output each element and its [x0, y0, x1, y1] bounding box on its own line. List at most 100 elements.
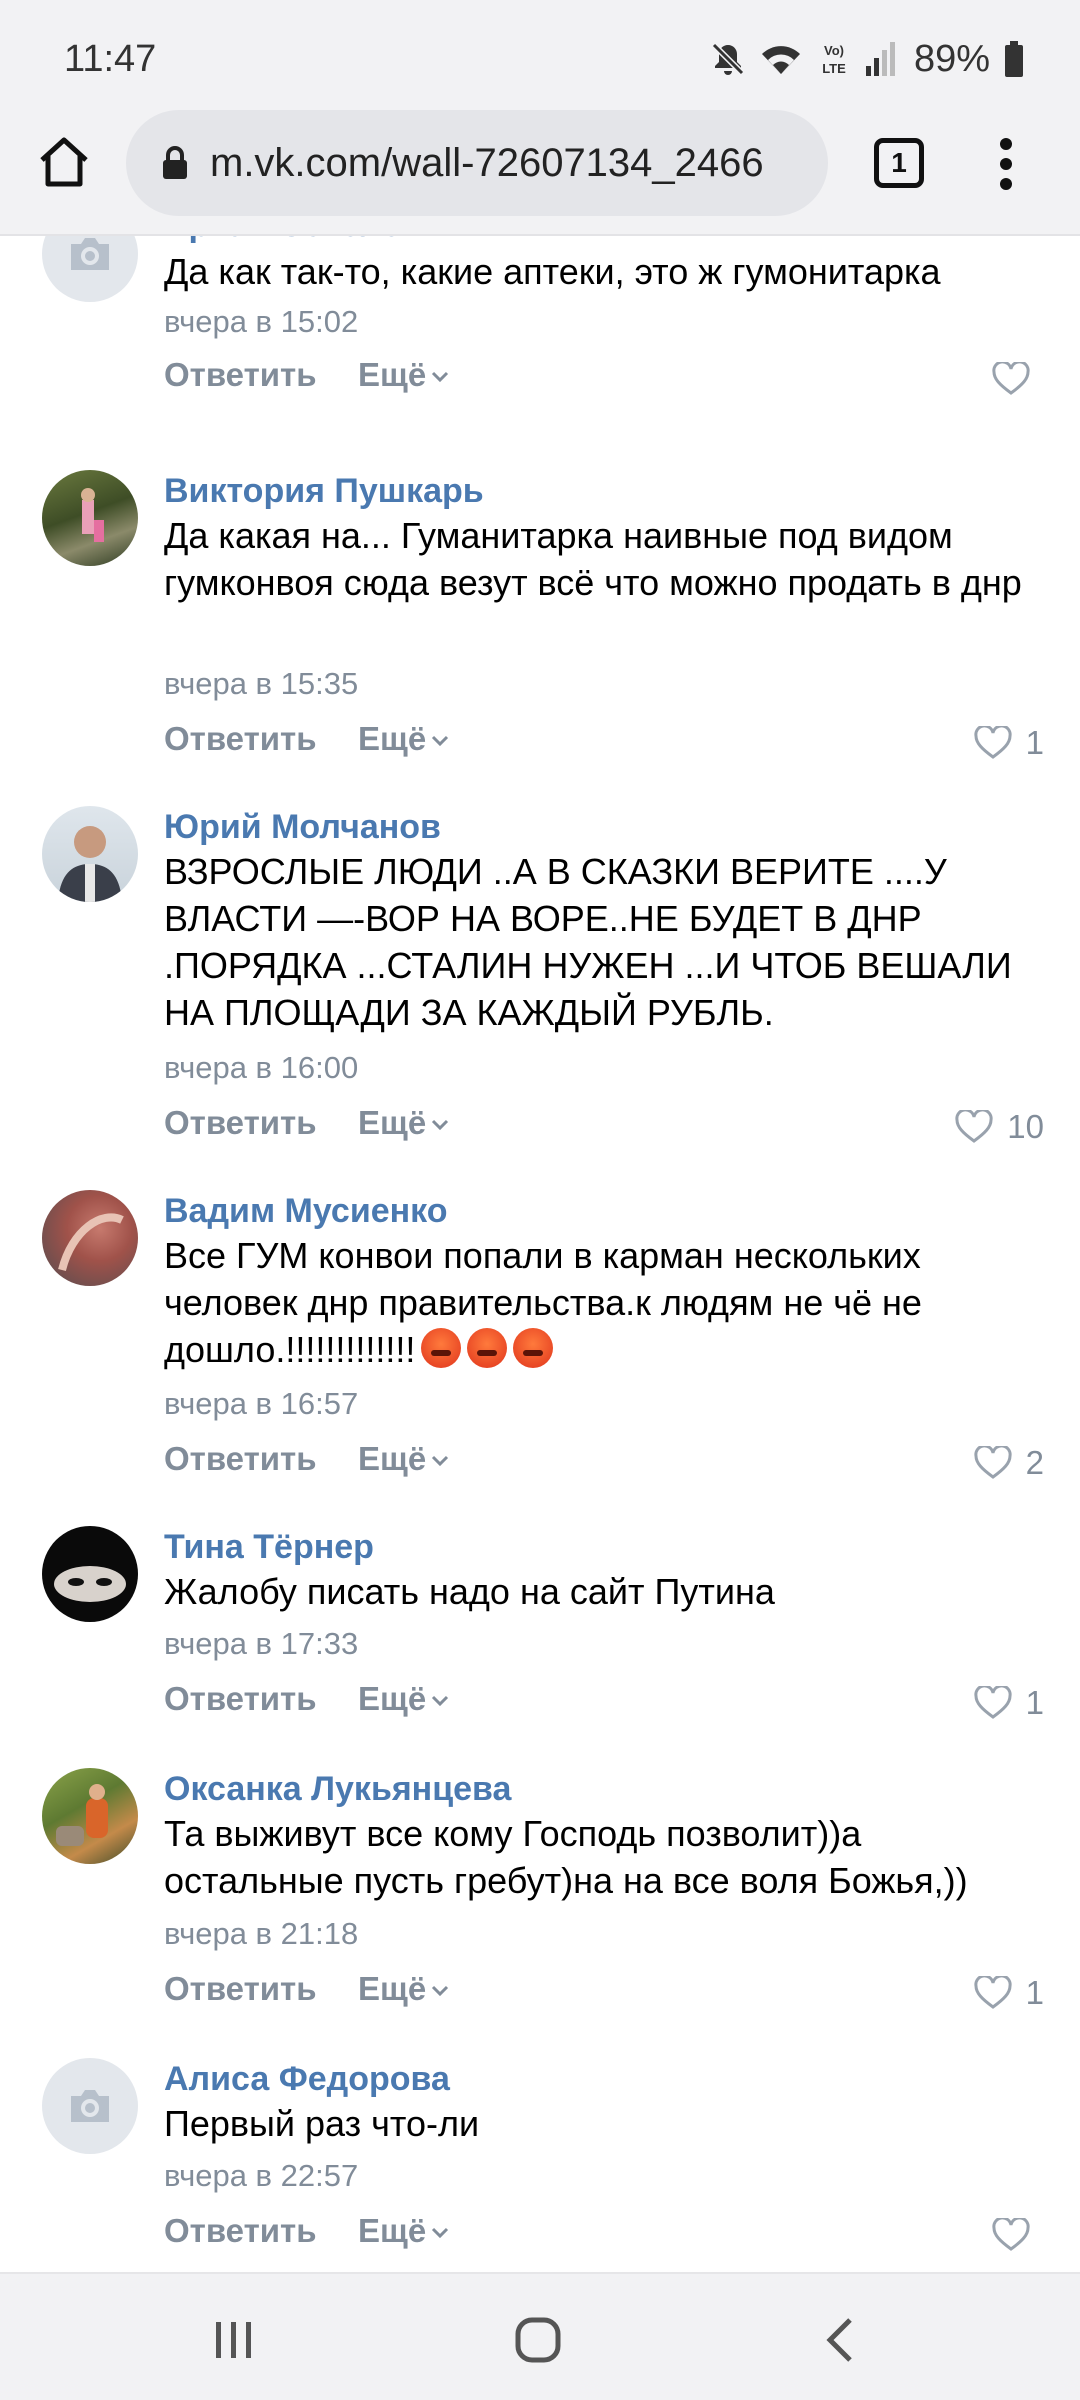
comment-actions: Ответить Ещё [164, 2212, 1044, 2262]
chevron-down-icon [432, 1120, 449, 1131]
avatar[interactable] [42, 1768, 138, 1864]
like-count: 10 [1007, 1108, 1044, 1145]
like-button[interactable]: 10 [955, 1104, 1044, 1150]
heart-icon [992, 2218, 1030, 2251]
tab-switcher-button[interactable]: 1 [874, 138, 924, 188]
angry-face-emoji-icon [513, 1328, 554, 1368]
avatar-placeholder-camera-icon[interactable] [42, 236, 138, 302]
lock-icon [163, 146, 187, 179]
more-label: Ещё [358, 720, 427, 757]
mute-icon [711, 42, 745, 76]
more-button[interactable]: Ещё [358, 1104, 450, 1142]
comment-text: Первый раз что-ли [164, 2103, 480, 2144]
reply-button[interactable]: Ответить [164, 1104, 317, 1142]
comment-actions: Ответить Ещё 1 [164, 1680, 1044, 1730]
comment-author[interactable]: Алиса Федорова [164, 2060, 450, 2099]
more-button[interactable]: Ещё [358, 2212, 450, 2250]
reply-button[interactable]: Ответить [164, 1440, 317, 1478]
more-label: Ещё [358, 1970, 427, 2007]
like-count: 2 [1025, 1444, 1044, 1481]
more-button[interactable]: Ещё [358, 356, 450, 394]
wifi-icon [761, 46, 800, 74]
overflow-menu-icon[interactable] [996, 138, 1016, 190]
comment-author[interactable]: Артем Соколов [164, 236, 423, 245]
heart-icon [974, 1446, 1012, 1479]
chevron-down-icon [432, 2228, 449, 2239]
comment-actions: Ответить Ещё 2 [164, 1440, 1044, 1490]
comment-date: вчера в 16:00 [164, 1050, 359, 1085]
comment: Вадим Мусиенко Все ГУМ конвои попали в к… [0, 1190, 1080, 1481]
more-label: Ещё [358, 1104, 427, 1141]
like-button[interactable]: 2 [974, 1440, 1044, 1486]
like-button[interactable]: 1 [974, 1970, 1044, 2016]
like-button[interactable] [992, 2212, 1044, 2258]
comment-date: вчера в 15:35 [164, 666, 359, 701]
heart-icon [992, 362, 1030, 395]
comment-text: Да как так-то, какие аптеки, это ж гумон… [164, 251, 941, 292]
comment-text: Та выживут все кому Господь позволит))а … [164, 1813, 968, 1901]
like-count: 1 [1025, 1684, 1044, 1721]
status-icons: Vo) LTE 89% [710, 36, 1024, 82]
comment-actions: Ответить Ещё 1 [164, 1970, 1044, 2020]
comment-date: вчера в 15:02 [164, 304, 359, 339]
comment-author[interactable]: Тина Тёрнер [164, 1528, 374, 1567]
battery-icon [1005, 41, 1023, 77]
comment: Артем Соколов Да как так-то, какие аптек… [0, 236, 1080, 395]
svg-text:Vo): Vo) [824, 43, 844, 58]
comment-actions: Ответить Ещё [164, 356, 1044, 406]
chevron-down-icon [432, 1696, 449, 1707]
home-nav-icon[interactable] [514, 2316, 562, 2364]
chevron-down-icon [432, 1456, 449, 1467]
volte-icon: Vo) LTE [822, 43, 846, 76]
like-button[interactable]: 1 [974, 720, 1044, 766]
status-bar: 11:47 Vo) LTE 89% [0, 0, 1080, 110]
reply-button[interactable]: Ответить [164, 720, 317, 758]
comment-date: вчера в 17:33 [164, 1626, 359, 1661]
address-bar[interactable]: m.vk.com/wall-72607134_2466 [126, 110, 828, 216]
reply-button[interactable]: Ответить [164, 1680, 317, 1718]
comment-list: Артем Соколов Да как так-то, какие аптек… [0, 236, 1080, 2272]
system-navigation-bar [0, 2272, 1080, 2400]
avatar-placeholder-camera-icon[interactable] [42, 2058, 138, 2154]
chevron-down-icon [432, 372, 449, 383]
heart-icon [974, 1976, 1012, 2009]
comment-date: вчера в 16:57 [164, 1386, 359, 1421]
reply-button[interactable]: Ответить [164, 1970, 317, 2008]
comment-author[interactable]: Вадим Мусиенко [164, 1192, 448, 1231]
like-count: 1 [1025, 724, 1044, 761]
comment-text: Жалобу писать надо на сайт Путина [164, 1571, 775, 1612]
comment-actions: Ответить Ещё 1 [164, 720, 1044, 770]
more-button[interactable]: Ещё [358, 720, 450, 758]
comment-author[interactable]: Юрий Молчанов [164, 808, 441, 847]
comment-text: Да какая на... Гуманитарка наивные под в… [164, 515, 1022, 603]
more-button[interactable]: Ещё [358, 1680, 450, 1718]
reply-button[interactable]: Ответить [164, 2212, 317, 2250]
signal-icon [865, 42, 895, 76]
like-button[interactable] [992, 356, 1044, 402]
more-button[interactable]: Ещё [358, 1970, 450, 2008]
avatar[interactable] [42, 470, 138, 566]
avatar[interactable] [42, 1526, 138, 1622]
more-label: Ещё [358, 1680, 427, 1717]
home-icon[interactable] [36, 134, 92, 190]
comment-text: Все ГУМ конвои попали в карман нескольки… [164, 1232, 1024, 1373]
recent-apps-icon[interactable] [212, 2320, 256, 2360]
avatar[interactable] [42, 1190, 138, 1286]
avatar[interactable] [42, 806, 138, 902]
comment-text: ВЗРОСЛЫЕ ЛЮДИ ..А В СКАЗКИ ВЕРИТЕ ....У … [164, 851, 1012, 1033]
chevron-down-icon [432, 736, 449, 747]
comment-author[interactable]: Виктория Пушкарь [164, 472, 484, 511]
comment-author[interactable]: Оксанка Лукьянцева [164, 1770, 511, 1809]
more-button[interactable]: Ещё [358, 1440, 450, 1478]
comment-actions: Ответить Ещё 10 [164, 1104, 1044, 1154]
heart-icon [955, 1110, 993, 1143]
like-button[interactable]: 1 [974, 1680, 1044, 1726]
more-label: Ещё [358, 1440, 427, 1477]
status-time: 11:47 [64, 38, 157, 80]
browser-toolbar: m.vk.com/wall-72607134_2466 1 [0, 110, 1080, 236]
back-icon[interactable] [820, 2316, 860, 2364]
angry-face-emoji-icon [467, 1328, 508, 1368]
reply-button[interactable]: Ответить [164, 356, 317, 394]
url-text[interactable]: m.vk.com/wall-72607134_2466 [210, 141, 792, 186]
heart-icon [974, 1686, 1012, 1719]
